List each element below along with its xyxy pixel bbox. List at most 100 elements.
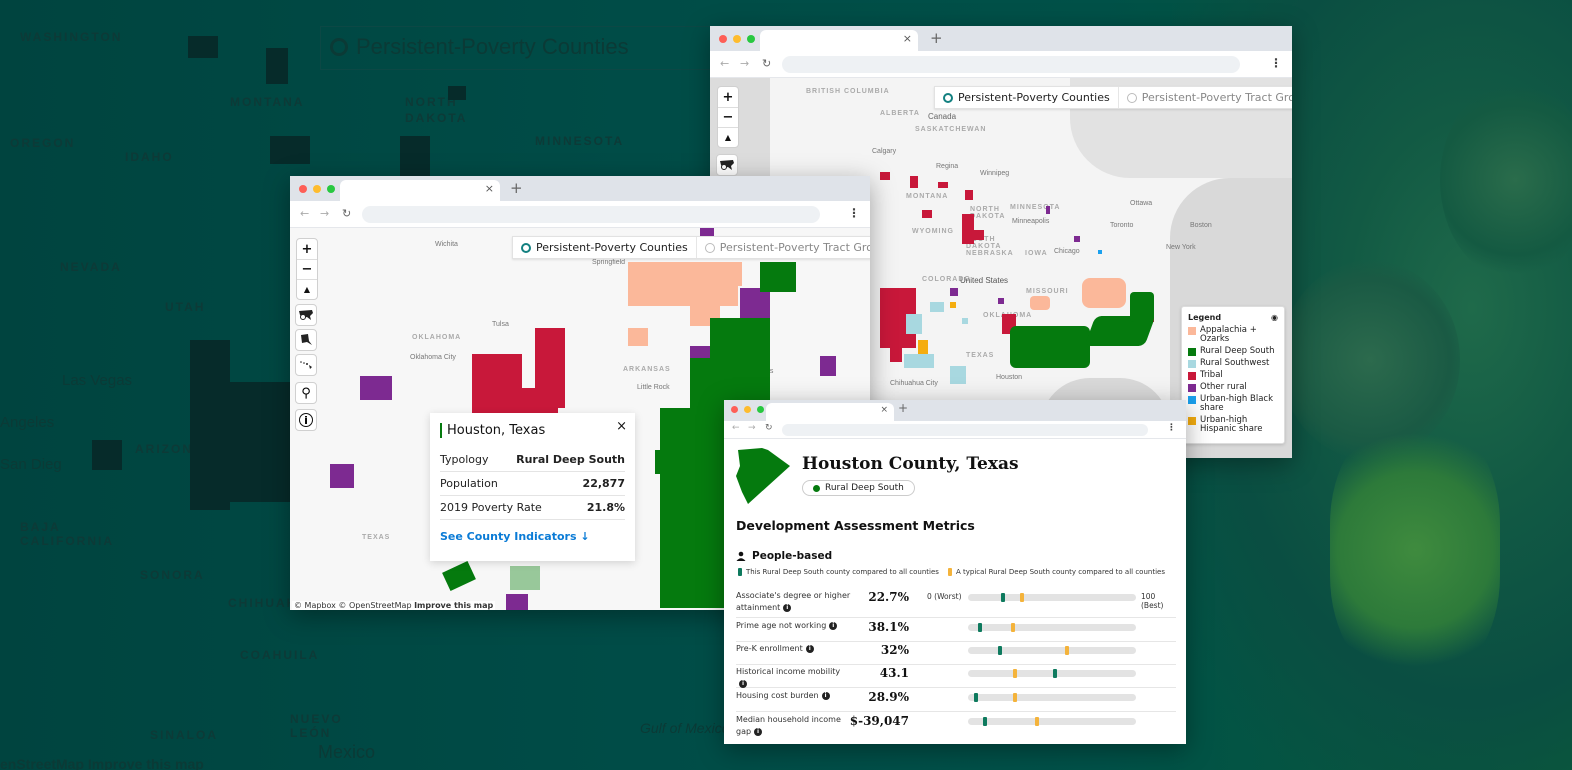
county-tribal[interactable]: [965, 190, 973, 200]
address-bar[interactable]: [782, 56, 1240, 73]
county-rural-deep-south[interactable]: [660, 408, 700, 608]
county-rural-deep-south[interactable]: [760, 262, 796, 292]
close-tab-icon[interactable]: ×: [485, 182, 494, 195]
address-bar[interactable]: [362, 206, 820, 223]
address-bar[interactable]: [782, 424, 1148, 436]
county-selected-highlight[interactable]: [510, 566, 540, 590]
county-marker: [997, 646, 1002, 655]
us-zoom-button[interactable]: [295, 304, 317, 326]
zoom-out-button[interactable]: −: [297, 259, 317, 279]
county-rural-southwest[interactable]: [904, 354, 934, 368]
close-window-button[interactable]: [731, 406, 738, 413]
compass-button[interactable]: ▲: [718, 127, 738, 147]
browser-menu-icon[interactable]: ⋮: [848, 206, 860, 220]
new-tab-button[interactable]: +: [930, 29, 943, 47]
info-icon[interactable]: i: [821, 691, 830, 700]
county-appalachia[interactable]: [1030, 296, 1050, 310]
close-tab-icon[interactable]: ×: [903, 32, 912, 45]
county-tribal[interactable]: [974, 230, 984, 240]
county-other-rural[interactable]: [950, 288, 958, 296]
zoom-out-button[interactable]: −: [718, 107, 738, 127]
minimize-window-button[interactable]: [313, 185, 321, 193]
county-tribal[interactable]: [498, 388, 558, 416]
county-other-rural[interactable]: [820, 356, 836, 376]
county-other-rural[interactable]: [330, 464, 354, 488]
us-zoom-button[interactable]: [716, 154, 738, 176]
county-rural-deep-south[interactable]: [655, 450, 673, 474]
toggle-counties[interactable]: Persistent-Poverty Counties: [513, 237, 696, 258]
county-tribal[interactable]: [922, 210, 932, 218]
layer-toggle: Persistent-Poverty Counties Persistent-P…: [512, 236, 870, 259]
county-appalachia[interactable]: [1082, 278, 1126, 308]
minimize-window-button[interactable]: [744, 406, 751, 413]
county-rural-deep-south[interactable]: [442, 561, 476, 591]
county-appalachia[interactable]: [628, 328, 648, 346]
maximize-window-button[interactable]: [327, 185, 335, 193]
county-appalachia[interactable]: [710, 262, 742, 286]
county-other-rural[interactable]: [360, 376, 392, 400]
toggle-counties[interactable]: Persistent-Poverty Counties: [935, 87, 1118, 108]
toggle-tract-groups[interactable]: Persistent-Poverty Tract Groups: [695, 237, 870, 258]
reload-icon[interactable]: ↻: [342, 207, 351, 220]
toggle-tract-groups[interactable]: Persistent-Poverty Tract Groups: [1117, 87, 1292, 108]
county-tribal[interactable]: [910, 176, 918, 188]
improve-map-link[interactable]: Improve this map: [414, 601, 493, 610]
county-tribal[interactable]: [890, 348, 902, 362]
back-arrow-icon[interactable]: ←: [720, 57, 729, 70]
county-other-rural[interactable]: [506, 594, 528, 610]
back-arrow-icon[interactable]: ←: [732, 423, 740, 433]
info-button[interactable]: i: [295, 409, 317, 431]
alaska-button[interactable]: [295, 329, 317, 351]
county-other-rural[interactable]: [1074, 236, 1080, 242]
zoom-in-button[interactable]: +: [718, 87, 738, 107]
hawaii-button[interactable]: [295, 354, 317, 376]
info-icon[interactable]: i: [829, 621, 838, 630]
close-tab-icon[interactable]: ×: [880, 405, 888, 415]
forward-arrow-icon[interactable]: →: [740, 57, 749, 70]
new-tab-button[interactable]: +: [898, 401, 908, 415]
info-icon[interactable]: i: [739, 679, 747, 688]
info-icon[interactable]: i: [754, 727, 763, 736]
county-other-rural[interactable]: [998, 298, 1004, 304]
county-tribal[interactable]: [938, 182, 948, 188]
maximize-window-button[interactable]: [757, 406, 764, 413]
browser-menu-icon[interactable]: ⋮: [1167, 423, 1176, 433]
forward-arrow-icon[interactable]: →: [320, 207, 329, 220]
close-window-button[interactable]: [719, 35, 727, 43]
browser-menu-icon[interactable]: ⋮: [1270, 56, 1282, 70]
compass-button[interactable]: ▲: [297, 279, 317, 299]
county-tribal[interactable]: [962, 214, 974, 244]
browser-tab[interactable]: ×: [760, 30, 918, 51]
county-rural-deep-south[interactable]: [1130, 292, 1154, 322]
county-rural-southwest[interactable]: [906, 314, 922, 334]
legend-item: Rural Deep South: [1188, 347, 1278, 356]
alaska-icon: [301, 334, 312, 345]
reload-icon[interactable]: ↻: [765, 423, 773, 433]
new-tab-button[interactable]: +: [510, 179, 523, 197]
county-other-rural[interactable]: [1046, 206, 1050, 214]
info-icon[interactable]: i: [783, 603, 792, 612]
back-arrow-icon[interactable]: ←: [300, 207, 309, 220]
county-rural-southwest[interactable]: [962, 318, 968, 324]
browser-tab[interactable]: ×: [340, 180, 500, 201]
minimize-window-button[interactable]: [733, 35, 741, 43]
search-button[interactable]: ⚲: [295, 382, 317, 404]
maximize-window-button[interactable]: [747, 35, 755, 43]
county-tribal[interactable]: [880, 172, 890, 180]
eye-icon[interactable]: ◉: [1271, 313, 1278, 322]
county-urban-black[interactable]: [1098, 250, 1102, 254]
close-popup-icon[interactable]: ×: [616, 419, 627, 434]
county-urban-hispanic[interactable]: [918, 340, 928, 354]
county-rural-deep-south[interactable]: [1010, 326, 1090, 368]
see-county-indicators-link[interactable]: See County Indicators ↓: [440, 530, 625, 543]
county-rural-southwest[interactable]: [950, 366, 966, 384]
info-icon[interactable]: i: [805, 644, 814, 653]
reload-icon[interactable]: ↻: [762, 57, 771, 70]
county-urban-hispanic[interactable]: [950, 302, 956, 308]
close-window-button[interactable]: [299, 185, 307, 193]
forward-arrow-icon[interactable]: →: [748, 423, 756, 433]
zoom-in-button[interactable]: +: [297, 239, 317, 259]
map-label: OKLAHOMA: [412, 334, 462, 341]
county-rural-southwest[interactable]: [930, 302, 944, 312]
browser-tab[interactable]: ×: [766, 403, 894, 421]
